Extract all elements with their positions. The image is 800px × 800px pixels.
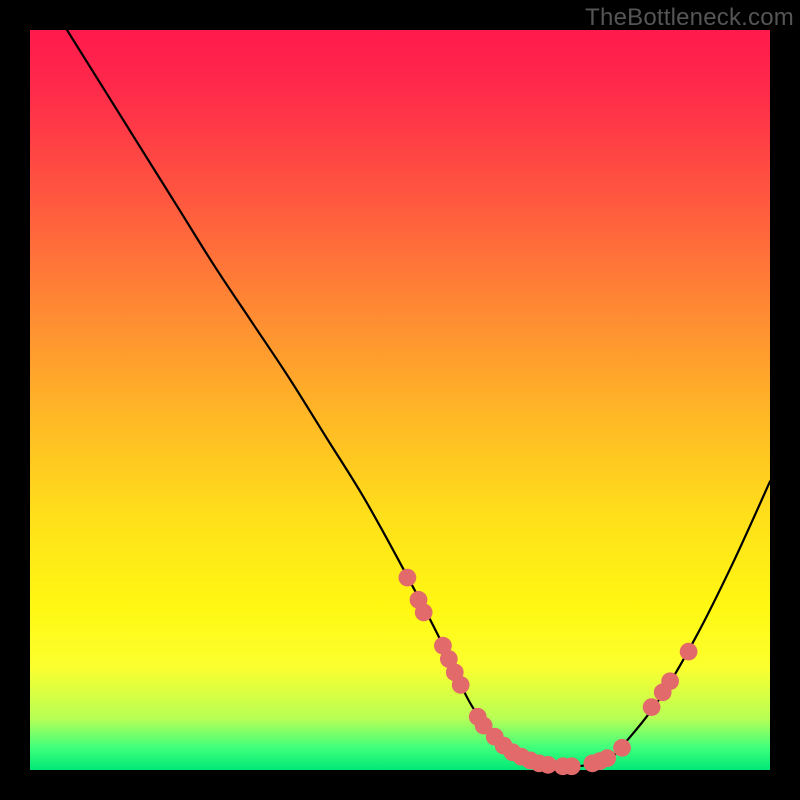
curve-marker <box>613 739 631 757</box>
curve-marker <box>661 672 679 690</box>
watermark-text: TheBottleneck.com <box>585 4 794 32</box>
curve-marker <box>563 757 581 775</box>
curve-markers <box>399 569 698 775</box>
curve-marker <box>452 676 470 694</box>
curve-marker <box>598 749 616 767</box>
chart-plot-area <box>30 30 770 770</box>
bottleneck-curve <box>67 30 770 767</box>
bottleneck-curve-svg <box>30 30 770 770</box>
curve-marker <box>415 604 433 622</box>
curve-marker <box>399 569 417 587</box>
curve-marker <box>643 698 661 716</box>
curve-marker <box>680 643 698 661</box>
